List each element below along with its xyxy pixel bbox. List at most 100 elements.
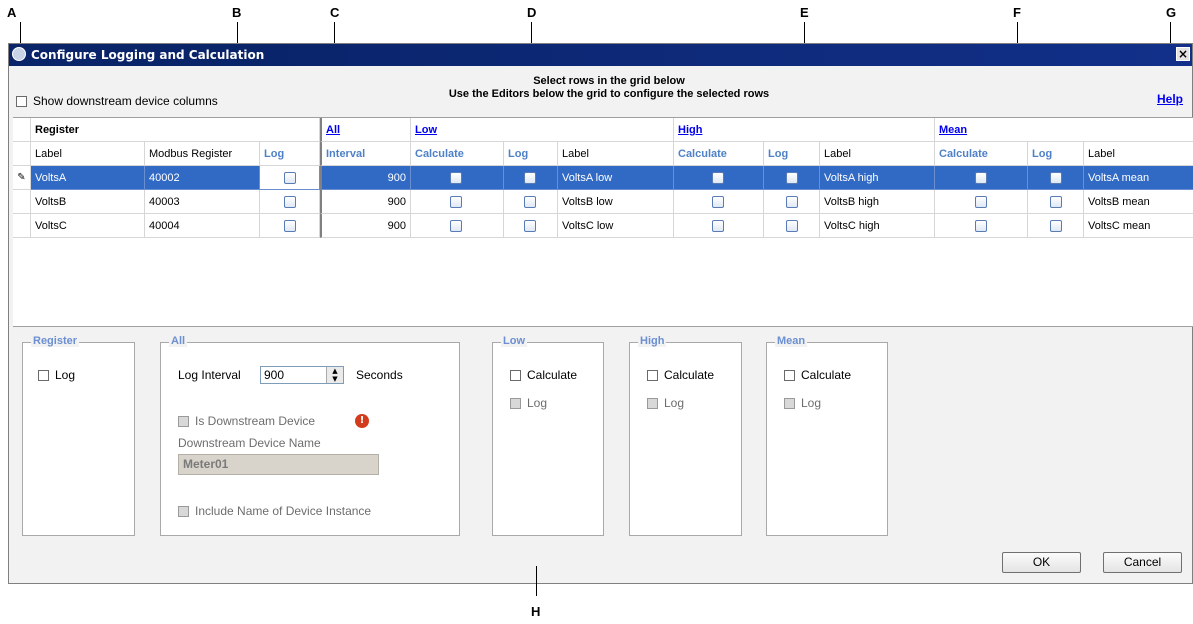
row-modbus[interactable]: 40003 xyxy=(145,190,260,214)
checkbox-icon[interactable] xyxy=(647,369,658,381)
log-interval-spinner[interactable]: ▲▼ xyxy=(260,366,344,384)
row-low-log-cell[interactable] xyxy=(504,166,558,190)
column-interval[interactable]: Interval xyxy=(320,142,411,166)
row-mean-log-checkbox[interactable] xyxy=(1050,172,1062,185)
log-interval-input[interactable] xyxy=(261,367,327,383)
row-low-calc-checkbox[interactable] xyxy=(450,220,462,233)
column-modbus-register[interactable]: Modbus Register xyxy=(145,142,260,166)
row-high-calc-cell[interactable] xyxy=(674,214,764,238)
column-label[interactable]: Label xyxy=(31,142,145,166)
row-low-calc-cell[interactable] xyxy=(411,214,504,238)
row-mean-log-cell[interactable] xyxy=(1028,166,1084,190)
mean-log-checkbox[interactable]: Log xyxy=(784,396,821,410)
group-low-link[interactable]: Low xyxy=(415,124,437,136)
row-mean-calc-checkbox[interactable] xyxy=(975,196,987,209)
row-high-log-cell[interactable] xyxy=(764,190,820,214)
column-mean-calculate[interactable]: Calculate xyxy=(935,142,1028,166)
row-mean-calc-cell[interactable] xyxy=(935,166,1028,190)
row-mean-calc-cell[interactable] xyxy=(935,214,1028,238)
row-high-log-checkbox[interactable] xyxy=(786,220,798,233)
mean-calculate-checkbox[interactable]: Calculate xyxy=(784,368,851,382)
checkbox-icon[interactable] xyxy=(16,95,27,107)
row-high-calc-checkbox[interactable] xyxy=(712,220,724,233)
row-low-log-checkbox[interactable] xyxy=(524,196,536,209)
group-mean-link[interactable]: Mean xyxy=(939,124,967,136)
is-downstream-checkbox[interactable]: Is Downstream Device xyxy=(178,414,315,428)
checkbox-icon[interactable] xyxy=(510,369,521,381)
column-log[interactable]: Log xyxy=(260,142,320,166)
checkbox-icon[interactable] xyxy=(38,369,49,381)
checkbox-disabled-icon[interactable] xyxy=(178,415,189,427)
row-edit-indicator[interactable]: ✎ xyxy=(13,166,31,190)
row-selector[interactable] xyxy=(13,214,31,238)
row-low-label[interactable]: VoltsC low xyxy=(558,214,674,238)
group-low[interactable]: Low xyxy=(411,118,674,142)
row-low-label[interactable]: VoltsA low xyxy=(558,166,674,190)
row-high-log-checkbox[interactable] xyxy=(786,172,798,185)
column-low-label[interactable]: Label xyxy=(558,142,674,166)
group-mean[interactable]: Mean xyxy=(935,118,1193,142)
row-log-checkbox[interactable] xyxy=(284,172,296,185)
row-high-label[interactable]: VoltsA high xyxy=(820,166,935,190)
row-mean-log-checkbox[interactable] xyxy=(1050,196,1062,209)
row-high-calc-checkbox[interactable] xyxy=(712,172,724,185)
ok-button[interactable]: OK xyxy=(1002,552,1081,573)
row-high-label[interactable]: VoltsC high xyxy=(820,214,935,238)
row-selector[interactable] xyxy=(13,190,31,214)
checkbox-disabled-icon[interactable] xyxy=(178,505,189,517)
row-label[interactable]: VoltsA xyxy=(31,166,145,190)
checkbox-disabled-icon[interactable] xyxy=(784,397,795,409)
row-low-log-checkbox[interactable] xyxy=(524,220,536,233)
checkbox-icon[interactable] xyxy=(784,369,795,381)
row-low-log-cell[interactable] xyxy=(504,190,558,214)
row-log-checkbox[interactable] xyxy=(284,196,296,209)
group-all[interactable]: All xyxy=(320,118,411,142)
column-high-calculate[interactable]: Calculate xyxy=(674,142,764,166)
row-mean-log-cell[interactable] xyxy=(1028,214,1084,238)
row-modbus[interactable]: 40004 xyxy=(145,214,260,238)
row-mean-log-cell[interactable] xyxy=(1028,190,1084,214)
row-high-label[interactable]: VoltsB high xyxy=(820,190,935,214)
row-interval[interactable]: 900 xyxy=(320,166,411,190)
row-mean-label[interactable]: VoltsB mean xyxy=(1084,190,1193,214)
row-high-calc-cell[interactable] xyxy=(674,166,764,190)
show-downstream-checkbox[interactable]: Show downstream device columns xyxy=(16,94,218,108)
row-mean-label[interactable]: VoltsA mean xyxy=(1084,166,1193,190)
row-mean-label[interactable]: VoltsC mean xyxy=(1084,214,1193,238)
row-low-log-checkbox[interactable] xyxy=(524,172,536,185)
low-calculate-checkbox[interactable]: Calculate xyxy=(510,368,577,382)
row-high-calc-checkbox[interactable] xyxy=(712,196,724,209)
row-interval[interactable]: 900 xyxy=(320,214,411,238)
row-low-calc-cell[interactable] xyxy=(411,190,504,214)
downstream-name-field[interactable]: Meter01 xyxy=(178,454,379,475)
column-mean-label[interactable]: Label xyxy=(1084,142,1193,166)
row-mean-log-checkbox[interactable] xyxy=(1050,220,1062,233)
cancel-button[interactable]: Cancel xyxy=(1103,552,1182,573)
register-grid[interactable]: Register All Low High Mean Label Modbus … xyxy=(13,117,1193,327)
row-low-calc-cell[interactable] xyxy=(411,166,504,190)
row-low-label[interactable]: VoltsB low xyxy=(558,190,674,214)
checkbox-disabled-icon[interactable] xyxy=(647,397,658,409)
spinner-arrows-icon[interactable]: ▲ ▼ xyxy=(326,367,343,383)
include-name-checkbox[interactable]: Include Name of Device Instance xyxy=(178,504,371,518)
group-high[interactable]: High xyxy=(674,118,935,142)
high-calculate-checkbox[interactable]: Calculate xyxy=(647,368,714,382)
row-high-log-checkbox[interactable] xyxy=(786,196,798,209)
column-low-log[interactable]: Log xyxy=(504,142,558,166)
row-label[interactable]: VoltsC xyxy=(31,214,145,238)
row-log-checkbox[interactable] xyxy=(284,220,296,233)
row-log-cell[interactable] xyxy=(260,190,320,214)
column-high-label[interactable]: Label xyxy=(820,142,935,166)
row-log-cell[interactable] xyxy=(260,214,320,238)
row-mean-calc-checkbox[interactable] xyxy=(975,172,987,185)
checkbox-disabled-icon[interactable] xyxy=(510,397,521,409)
row-interval[interactable]: 900 xyxy=(320,190,411,214)
column-low-calculate[interactable]: Calculate xyxy=(411,142,504,166)
row-label[interactable]: VoltsB xyxy=(31,190,145,214)
low-log-checkbox[interactable]: Log xyxy=(510,396,547,410)
row-log-cell[interactable] xyxy=(260,166,320,190)
row-low-log-cell[interactable] xyxy=(504,214,558,238)
row-low-calc-checkbox[interactable] xyxy=(450,172,462,185)
row-high-calc-cell[interactable] xyxy=(674,190,764,214)
row-high-log-cell[interactable] xyxy=(764,166,820,190)
